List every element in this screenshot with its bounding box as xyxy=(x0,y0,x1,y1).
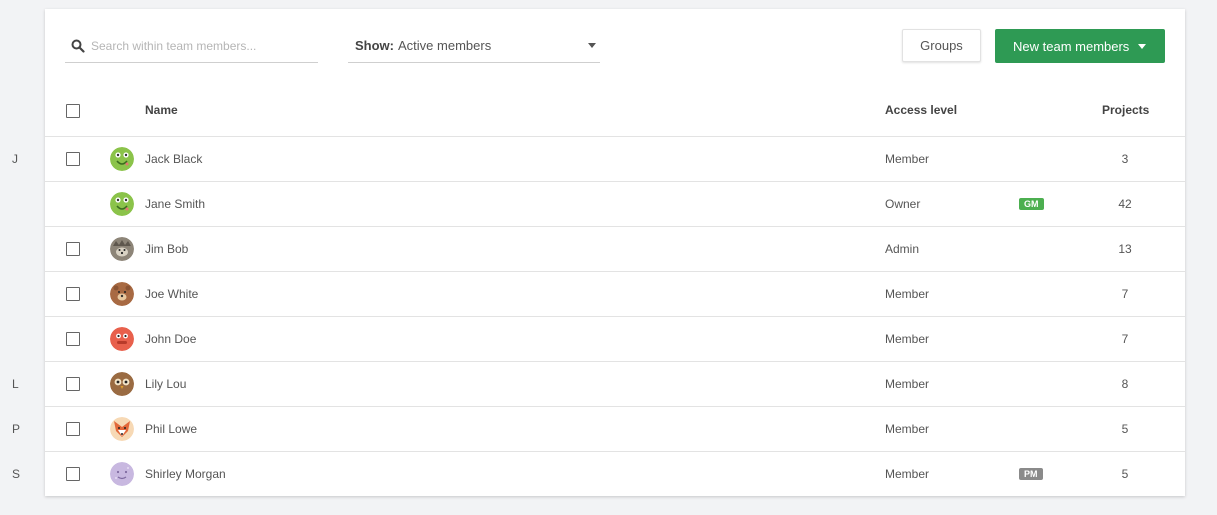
red-monster-avatar xyxy=(110,327,134,351)
table-header: Name Access level Projects xyxy=(45,84,1185,137)
row-checkbox[interactable] xyxy=(66,152,80,166)
access-level: Member xyxy=(885,467,930,481)
project-count: 8 xyxy=(1121,377,1129,391)
member-name: Jane Smith xyxy=(145,197,206,211)
index-letter-l: L xyxy=(12,377,19,391)
hedgehog-avatar xyxy=(110,237,134,261)
search-icon xyxy=(71,39,85,53)
access-level: Admin xyxy=(885,242,920,256)
chevron-down-icon xyxy=(588,43,596,48)
project-count: 7 xyxy=(1121,287,1129,301)
member-name: Jim Bob xyxy=(145,242,189,256)
search-input[interactable] xyxy=(91,38,311,53)
access-level: Member xyxy=(885,287,930,301)
team-members-card: Show: Active members Groups New team mem… xyxy=(45,9,1185,496)
pm-badge: PM xyxy=(1019,468,1043,480)
member-name: Shirley Morgan xyxy=(145,467,226,481)
table-row[interactable]: Phil Lowe Member 5 xyxy=(45,407,1185,452)
new-team-members-button[interactable]: New team members xyxy=(995,29,1165,63)
show-filter-label: Show: xyxy=(355,38,394,53)
member-name: Jack Black xyxy=(145,152,203,166)
fox-avatar xyxy=(110,417,134,441)
index-letter-j: J xyxy=(12,152,18,166)
member-name: Phil Lowe xyxy=(145,422,198,436)
green-lizard-avatar xyxy=(110,147,134,171)
index-letter-p: P xyxy=(12,422,21,436)
purple-creature-avatar xyxy=(110,462,134,486)
project-count: 3 xyxy=(1121,152,1129,166)
row-checkbox[interactable] xyxy=(66,332,80,346)
row-checkbox[interactable] xyxy=(66,422,80,436)
project-count: 42 xyxy=(1118,197,1132,211)
table-row[interactable]: Joe White Member 7 xyxy=(45,272,1185,317)
project-count: 13 xyxy=(1118,242,1132,256)
project-count: 5 xyxy=(1121,467,1129,481)
owl-avatar xyxy=(110,372,134,396)
select-all-checkbox[interactable] xyxy=(66,104,80,118)
row-checkbox[interactable] xyxy=(66,242,80,256)
member-name: Lily Lou xyxy=(145,377,187,391)
show-filter-select[interactable]: Show: Active members xyxy=(348,29,600,63)
search-box xyxy=(65,29,318,63)
access-level: Member xyxy=(885,152,930,166)
groups-button-label: Groups xyxy=(920,38,963,53)
table-row[interactable]: Jane Smith Owner GM 42 xyxy=(45,182,1185,227)
table-row[interactable]: Jack Black Member 3 xyxy=(45,137,1185,182)
member-name: Joe White xyxy=(145,287,199,301)
row-checkbox[interactable] xyxy=(66,287,80,301)
access-level: Owner xyxy=(885,197,921,211)
project-count: 5 xyxy=(1121,422,1129,436)
table-row[interactable]: Lily Lou Member 8 xyxy=(45,362,1185,407)
access-level: Member xyxy=(885,377,930,391)
project-count: 7 xyxy=(1121,332,1129,346)
table-row[interactable]: Jim Bob Admin 13 xyxy=(45,227,1185,272)
row-checkbox[interactable] xyxy=(66,467,80,481)
gm-badge: GM xyxy=(1019,198,1044,210)
access-level: Member xyxy=(885,422,930,436)
index-letter-s: S xyxy=(12,467,21,481)
column-header-access-level[interactable]: Access level xyxy=(885,103,957,117)
access-level: Member xyxy=(885,332,930,346)
row-checkbox[interactable] xyxy=(66,377,80,391)
new-team-members-label: New team members xyxy=(1013,38,1130,54)
chevron-down-icon xyxy=(1138,43,1147,49)
bear-avatar xyxy=(110,282,134,306)
groups-button[interactable]: Groups xyxy=(902,29,981,62)
column-header-name[interactable]: Name xyxy=(145,103,178,117)
table-row[interactable]: John Doe Member 7 xyxy=(45,317,1185,362)
green-lizard-avatar xyxy=(110,192,134,216)
member-name: John Doe xyxy=(145,332,197,346)
show-filter-value: Active members xyxy=(398,38,492,53)
column-header-projects[interactable]: Projects xyxy=(1102,103,1149,117)
alphabet-index: J L P S xyxy=(0,0,45,515)
table-row[interactable]: Shirley Morgan Member PM 5 xyxy=(45,452,1185,496)
